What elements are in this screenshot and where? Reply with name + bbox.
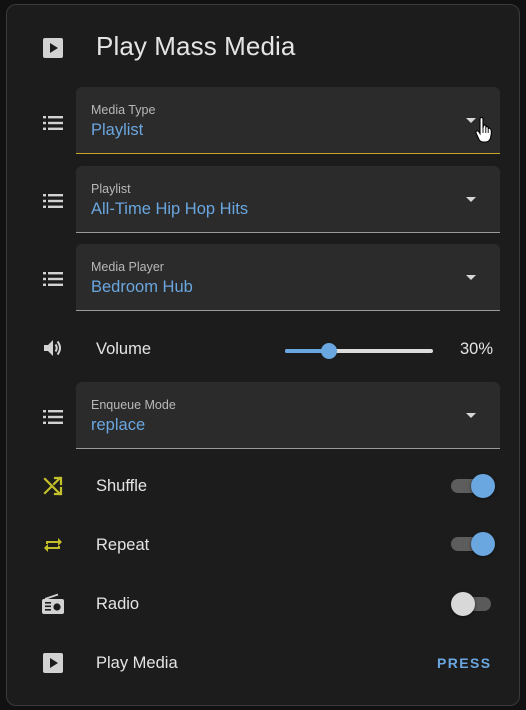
hand-cursor-icon bbox=[475, 116, 493, 148]
shuffle-toggle-thumb[interactable] bbox=[471, 474, 495, 498]
chevron-down-icon[interactable] bbox=[466, 413, 476, 418]
shuffle-toggle[interactable] bbox=[451, 474, 495, 498]
card-title: Play Mass Media bbox=[96, 31, 296, 61]
shuffle-label: Shuffle bbox=[96, 477, 148, 495]
media-type-select[interactable]: Media Type Playlist bbox=[76, 87, 500, 154]
press-button[interactable]: PRESS bbox=[437, 655, 491, 671]
playlist-value: All-Time Hip Hop Hits bbox=[91, 200, 249, 218]
radio-label: Radio bbox=[96, 595, 140, 613]
radio-toggle-thumb[interactable] bbox=[451, 592, 475, 616]
repeat-toggle-thumb[interactable] bbox=[471, 532, 495, 556]
enqueue-mode-value: replace bbox=[91, 416, 146, 434]
media-player-value: Bedroom Hub bbox=[91, 278, 193, 296]
play-box-icon bbox=[39, 34, 67, 62]
repeat-toggle[interactable] bbox=[451, 532, 495, 556]
volume-slider[interactable] bbox=[285, 343, 433, 359]
chevron-down-icon[interactable] bbox=[466, 275, 476, 280]
media-type-value: Playlist bbox=[91, 121, 144, 139]
play-media-label: Play Media bbox=[96, 654, 178, 672]
volume-label: Volume bbox=[96, 340, 152, 358]
list-icon bbox=[39, 265, 67, 293]
list-icon bbox=[39, 187, 67, 215]
play-box-icon bbox=[39, 649, 67, 677]
media-player-select[interactable]: Media Player Bedroom Hub bbox=[76, 244, 500, 311]
volume-high-icon bbox=[39, 334, 67, 362]
chevron-down-icon[interactable] bbox=[466, 197, 476, 202]
enqueue-mode-label: Enqueue Mode bbox=[91, 398, 176, 412]
repeat-icon bbox=[39, 531, 67, 559]
volume-slider-thumb[interactable] bbox=[321, 343, 338, 359]
volume-value: 30% bbox=[459, 340, 493, 358]
radio-icon bbox=[39, 590, 67, 618]
playlist-select[interactable]: Playlist All-Time Hip Hop Hits bbox=[76, 166, 500, 233]
list-icon bbox=[39, 403, 67, 431]
enqueue-mode-select[interactable]: Enqueue Mode replace bbox=[76, 382, 500, 449]
media-player-label: Media Player bbox=[91, 260, 164, 274]
list-icon bbox=[39, 109, 67, 137]
shuffle-icon bbox=[39, 472, 67, 500]
play-mass-media-card: Play Mass Media Media Type Playlist Play… bbox=[6, 4, 520, 706]
repeat-label: Repeat bbox=[96, 536, 150, 554]
media-type-label: Media Type bbox=[91, 103, 156, 117]
playlist-label: Playlist bbox=[91, 182, 131, 196]
radio-toggle[interactable] bbox=[451, 592, 495, 616]
